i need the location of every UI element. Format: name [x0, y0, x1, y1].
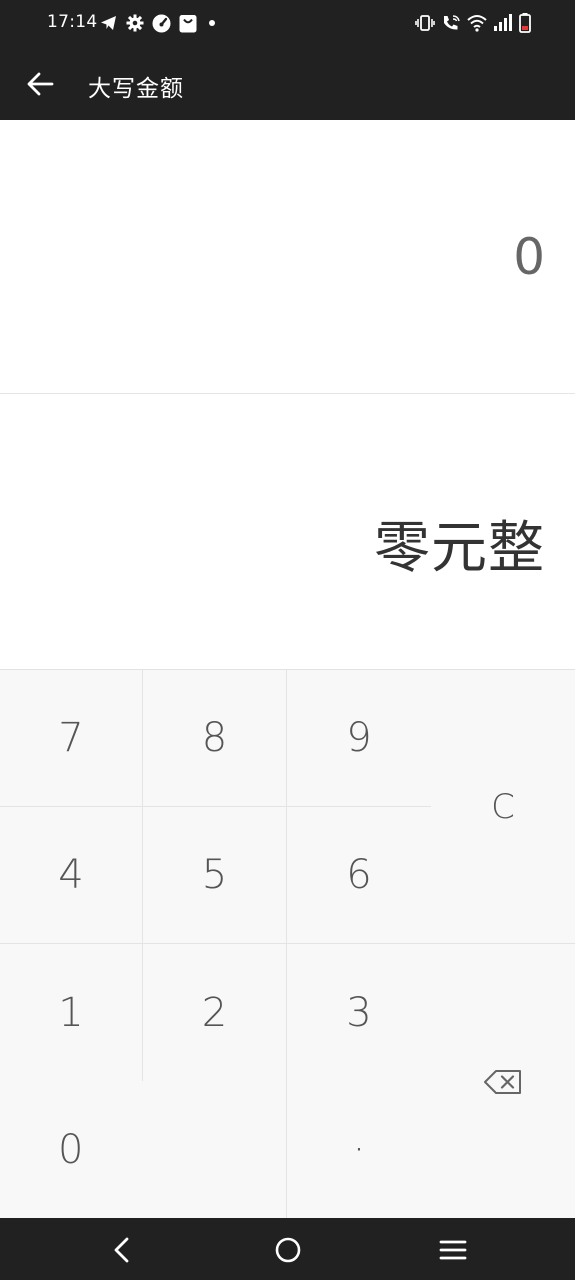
- gear-icon: [126, 14, 144, 32]
- number-display: 0: [0, 120, 575, 394]
- app-bar: 大写金额: [0, 48, 575, 120]
- page-title: 大写金额: [88, 76, 184, 102]
- key-4[interactable]: 4: [0, 807, 143, 944]
- shopping-bag-icon: [179, 14, 197, 32]
- key-3[interactable]: 3: [287, 944, 431, 1081]
- key-2[interactable]: 2: [143, 944, 287, 1081]
- clear-button[interactable]: C: [431, 670, 575, 944]
- key-9[interactable]: 9: [287, 670, 431, 807]
- signal-icon: [494, 14, 512, 31]
- nav-home-button[interactable]: [268, 1230, 308, 1270]
- wifi-icon: [467, 15, 487, 32]
- key-1[interactable]: 1: [0, 944, 143, 1081]
- delete-button[interactable]: [431, 944, 575, 1219]
- chinese-amount-display: 零元整: [0, 395, 575, 669]
- status-time: 17:14: [47, 12, 98, 32]
- amount-chinese-text: 零元整: [374, 516, 545, 581]
- key-7[interactable]: 7: [0, 670, 143, 807]
- battery-icon: [519, 13, 531, 33]
- vibrate-icon: [415, 15, 435, 31]
- key-decimal[interactable]: ·: [287, 1081, 431, 1219]
- menu-nav-icon: [439, 1240, 467, 1260]
- telegram-icon: [101, 16, 116, 30]
- system-nav-bar: [0, 1218, 575, 1280]
- back-nav-icon: [114, 1237, 129, 1263]
- back-button[interactable]: [20, 64, 60, 104]
- nav-back-button[interactable]: [102, 1230, 142, 1270]
- keypad: 7 8 9 4 5 6 1 2 3 0 · C: [0, 669, 575, 1219]
- status-bar: 17:14: [0, 0, 575, 48]
- dot-icon: [209, 20, 215, 26]
- arrow-left-icon: [27, 72, 54, 96]
- key-6[interactable]: 6: [287, 807, 431, 944]
- key-0[interactable]: 0: [0, 1081, 287, 1219]
- status-icons-left: [100, 12, 219, 34]
- speedometer-icon: [152, 14, 171, 32]
- amount-number: 0: [513, 228, 545, 286]
- key-8[interactable]: 8: [143, 670, 287, 807]
- nav-menu-button[interactable]: [433, 1230, 473, 1270]
- home-nav-icon: [275, 1237, 301, 1263]
- backspace-icon: [484, 1069, 521, 1094]
- wifi-calling-icon: [444, 15, 460, 30]
- status-icons-right: [415, 12, 531, 34]
- key-5[interactable]: 5: [143, 807, 287, 944]
